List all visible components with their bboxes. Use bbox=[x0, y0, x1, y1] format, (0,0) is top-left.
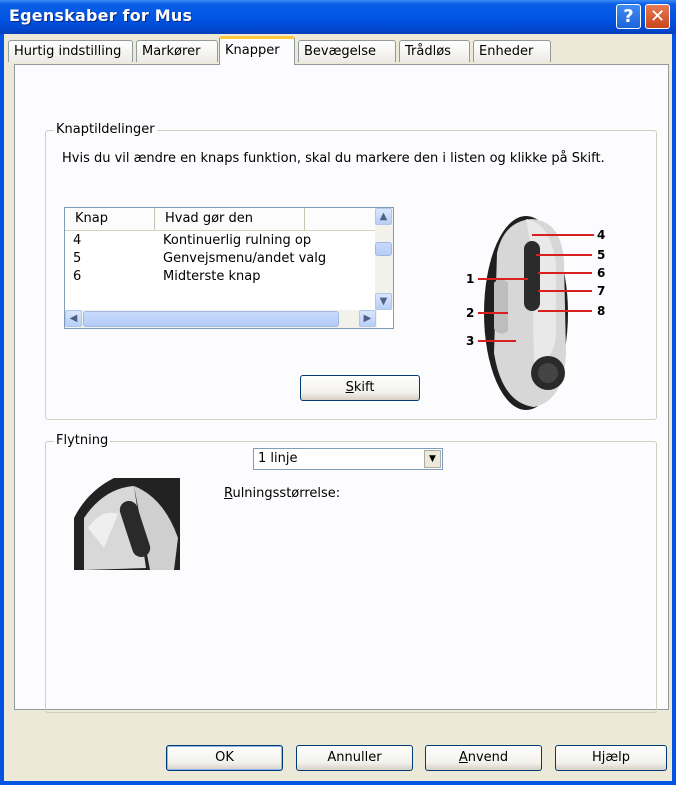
list-item-button: 4 bbox=[73, 233, 82, 248]
title-bar[interactable]: Egenskaber for Mus ? ✕ bbox=[0, 0, 676, 34]
callout-4: 4 bbox=[597, 228, 606, 242]
scroll-size-text: ulningsstørrelse: bbox=[232, 486, 341, 501]
mouse-diagram: 4 5 6 7 8 1 2 3 bbox=[464, 213, 654, 413]
callout-8: 8 bbox=[597, 304, 606, 318]
list-item[interactable]: 4 Kontinuerlig rulning op bbox=[65, 232, 377, 250]
callout-3: 3 bbox=[466, 334, 475, 348]
mouse-properties-window: Egenskaber for Mus ? ✕ Hurtig indstillin… bbox=[0, 0, 676, 785]
tab-wireless[interactable]: Trådløs bbox=[399, 40, 470, 62]
callout-5: 5 bbox=[597, 248, 606, 262]
callout-6: 6 bbox=[597, 266, 606, 280]
list-header: Knap Hvad gør den bbox=[65, 208, 377, 231]
apply-label: nvend bbox=[467, 750, 509, 765]
vertical-scrollbar[interactable]: ▲ ▼ bbox=[375, 208, 393, 310]
change-button-label: kift bbox=[353, 380, 375, 395]
change-button-accesskey: S bbox=[345, 380, 354, 395]
window-title: Egenskaber for Mus bbox=[9, 6, 193, 25]
horizontal-scrollbar[interactable]: ◀ ▶ bbox=[65, 310, 377, 328]
tab-motion[interactable]: Bevægelse bbox=[298, 40, 396, 62]
help-button[interactable]: Hjælp bbox=[555, 745, 667, 771]
tab-pointers[interactable]: Markører bbox=[136, 40, 218, 62]
apply-button[interactable]: Anvend bbox=[425, 745, 542, 771]
list-item-function: Genvejsmenu/andet valg bbox=[163, 251, 327, 266]
callout-lines bbox=[478, 234, 594, 342]
change-button[interactable]: Skift bbox=[300, 375, 420, 401]
callout-1: 1 bbox=[466, 272, 475, 286]
list-item-function: Kontinuerlig rulning op bbox=[163, 233, 312, 248]
list-item[interactable]: 5 Genvejsmenu/andet valg bbox=[65, 250, 377, 268]
list-item-button: 5 bbox=[73, 251, 82, 266]
scroll-wheel-picture bbox=[74, 478, 180, 570]
chevron-up-icon[interactable]: ▲ bbox=[375, 208, 392, 225]
horizontal-scroll-thumb[interactable] bbox=[83, 311, 339, 327]
scrolling-group: Flytning Rulningsstørrelse: bbox=[45, 433, 657, 713]
tab-quick-setup[interactable]: Hurtig indstilling bbox=[8, 40, 133, 62]
scroll-size-value: 1 linje bbox=[258, 451, 298, 466]
callout-2: 2 bbox=[466, 306, 475, 320]
list-item[interactable]: 6 Midterste knap bbox=[65, 268, 377, 286]
button-assignments-description: Hvis du vil ændre en knaps funktion, ska… bbox=[62, 151, 605, 166]
chevron-down-icon[interactable]: ▼ bbox=[375, 293, 392, 310]
column-header-function[interactable]: Hvad gør den bbox=[155, 208, 305, 230]
button-list[interactable]: Knap Hvad gør den 4 Kontinuerlig rulning… bbox=[64, 207, 394, 329]
scroll-size-select[interactable]: 1 linje ▼ bbox=[253, 448, 443, 470]
chevron-down-icon[interactable]: ▼ bbox=[424, 450, 441, 468]
close-title-button[interactable]: ✕ bbox=[645, 4, 670, 29]
vertical-scroll-thumb[interactable] bbox=[375, 242, 392, 256]
chevron-right-icon[interactable]: ▶ bbox=[359, 310, 376, 327]
list-item-function: Midterste knap bbox=[163, 269, 261, 284]
button-assignments-group: Knaptildelinger Hvis du vil ændre en kna… bbox=[45, 122, 657, 420]
column-header-button[interactable]: Knap bbox=[65, 208, 155, 230]
button-assignments-title: Knaptildelinger bbox=[54, 122, 157, 137]
help-title-button[interactable]: ? bbox=[616, 4, 641, 29]
list-item-button: 6 bbox=[73, 269, 82, 284]
scroll-wheel-image bbox=[74, 478, 180, 570]
apply-accesskey: A bbox=[458, 750, 468, 765]
callout-7: 7 bbox=[597, 284, 606, 298]
tab-panel-buttons: Knaptildelinger Hvis du vil ændre en kna… bbox=[14, 64, 669, 713]
tab-devices[interactable]: Enheder bbox=[473, 40, 551, 62]
tab-buttons[interactable]: Knapper bbox=[219, 36, 295, 65]
ok-button[interactable]: OK bbox=[166, 745, 283, 771]
scrolling-title: Flytning bbox=[54, 433, 111, 448]
scroll-size-label: Rulningsstørrelse: bbox=[224, 486, 340, 501]
chevron-left-icon[interactable]: ◀ bbox=[65, 310, 82, 327]
cancel-button[interactable]: Annuller bbox=[296, 745, 413, 771]
